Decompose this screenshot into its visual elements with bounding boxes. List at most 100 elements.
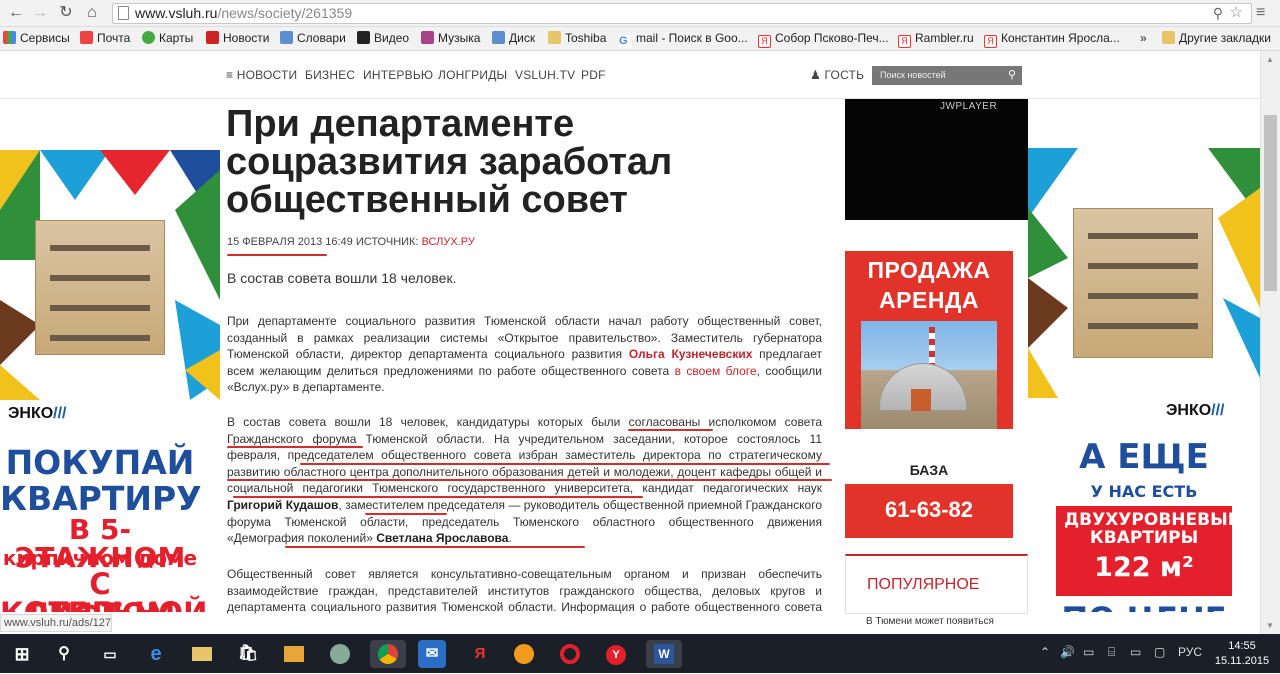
search-icon[interactable]: ⚲ <box>1008 66 1016 85</box>
bookmark-item[interactable]: Словари <box>280 31 346 45</box>
article-title: При департаменте соцразвития заработал о… <box>226 103 673 221</box>
notifications-icon[interactable]: ▢ <box>1154 645 1165 659</box>
ad-text: А ЕЩЕ <box>1079 437 1209 477</box>
bookmark-item[interactable]: Я Собор Псково-Печ... <box>758 31 889 48</box>
home-icon[interactable]: ⌂ <box>82 3 102 23</box>
scroll-up-icon[interactable]: ▲ <box>1266 55 1274 64</box>
opera-icon[interactable] <box>556 640 584 668</box>
sale-rent-ad[interactable]: ПРОДАЖА АРЕНДА БАЗА 61-63-82 <box>845 251 1013 538</box>
guest-login[interactable]: ♟ ГОСТЬ <box>810 68 864 82</box>
bookmark-item[interactable]: Музыка <box>421 31 480 45</box>
ad-logo: ЭНКО/// <box>8 405 67 422</box>
bookmark-item[interactable]: Карты <box>142 31 193 45</box>
address-bar[interactable]: www.vsluh.ru/news/society/261359 ⚲ ☆ <box>112 3 1252 24</box>
windows-start-icon[interactable]: ⊞ <box>8 640 36 668</box>
right-ad-banner[interactable]: ЭНКО/// А ЕЩЕ У НАС ЕСТЬ ДВУХУРОВНЕВЫЕ К… <box>1028 148 1260 612</box>
display-icon[interactable]: ▭ <box>1130 645 1141 659</box>
forward-icon[interactable]: → <box>30 3 50 23</box>
nav-item-news[interactable]: ≡ НОВОСТИ <box>226 68 297 82</box>
yandex-icon: Я <box>758 35 771 48</box>
task-view-icon[interactable]: ▭ <box>96 640 124 668</box>
nav-item-pdf[interactable]: PDF <box>581 68 606 82</box>
bookmark-item[interactable]: Gmail - Поиск в Goo... <box>619 31 748 48</box>
ad-building-image <box>1073 208 1213 358</box>
network-icon[interactable]: ⌸ <box>1108 645 1115 660</box>
apps-icon <box>3 31 16 44</box>
nav-item-longreads[interactable]: ЛОНГРИДЫ <box>438 68 507 82</box>
search-icon[interactable]: ⚲ <box>50 640 78 668</box>
store-icon[interactable]: 🛍 <box>234 640 262 668</box>
scroll-down-icon[interactable]: ▼ <box>1266 621 1274 630</box>
bookmark-item[interactable]: Видео <box>357 31 409 45</box>
source-link[interactable]: ВСЛУХ.РУ <box>422 236 475 248</box>
bookmark-item[interactable]: Я Константин Яросла... <box>984 31 1120 48</box>
tray-chevron-icon[interactable]: ⌃ <box>1040 645 1050 659</box>
site-nav: ≡ НОВОСТИ БИЗНЕС ИНТЕРВЬЮ ЛОНГРИДЫ VSLUH… <box>0 51 1260 99</box>
jwplayer-logo: JWPLAYER <box>940 101 998 112</box>
folder-icon <box>548 31 561 44</box>
taskbar: ⊞ ⚲ ▭ e 🛍 ✉ Я Y W ⌃ 🔊 ▭ ⌸ ▭ ▢ РУС 14:55 1… <box>0 634 1280 673</box>
app-icon[interactable] <box>326 640 354 668</box>
person-link[interactable]: Ольга Кузнечевских <box>629 347 753 361</box>
bookmark-item[interactable]: Сервисы <box>3 31 70 45</box>
battery-icon[interactable]: ▭ <box>1083 645 1094 659</box>
bookmark-item[interactable]: Диск <box>492 31 535 45</box>
clock[interactable]: 14:55 15.11.2015 <box>1204 639 1280 669</box>
article-date: 15 ФЕВРАЛЯ 2013 16:49 <box>227 236 353 248</box>
mail-icon <box>80 31 93 44</box>
article-paragraph: Общественный совет является консультатив… <box>227 567 822 614</box>
folder-icon <box>1162 31 1175 44</box>
edge-icon[interactable]: e <box>142 640 170 668</box>
bookmark-item[interactable]: Почта <box>80 31 130 45</box>
back-icon[interactable]: ← <box>6 3 26 23</box>
scrollbar-thumb[interactable] <box>1264 115 1277 291</box>
url-domain: www.vsluh.ru <box>135 5 218 21</box>
blog-link[interactable]: в своем блоге <box>675 364 757 378</box>
highlight-underline <box>285 546 585 548</box>
popular-item[interactable]: В Тюмени может появиться <box>866 616 994 627</box>
nav-item-interview[interactable]: ИНТЕРВЬЮ <box>363 68 433 82</box>
ad-text: У НАС ЕСТЬ <box>1090 482 1198 501</box>
bookmark-item[interactable]: Другие закладки <box>1162 31 1271 45</box>
bookmark-item[interactable]: Toshiba <box>548 31 606 45</box>
disk-icon <box>492 31 505 44</box>
dictionary-icon <box>280 31 293 44</box>
volume-icon[interactable]: 🔊 <box>1060 645 1075 659</box>
site-search-input[interactable]: Поиск новостей ⚲ <box>872 66 1022 85</box>
url-path: /news/society/261359 <box>217 5 353 21</box>
nav-item-vsluhtv[interactable]: VSLUH.TV <box>515 68 575 82</box>
zoom-icon[interactable]: ⚲ <box>1213 4 1223 23</box>
yandex-icon: Я <box>984 35 997 48</box>
yandex-browser-icon[interactable]: Y <box>602 640 630 668</box>
explorer-icon[interactable] <box>188 640 216 668</box>
ad-text: ЛИФТОМ ЗА <box>0 600 200 613</box>
page-scrollbar[interactable]: ▲ ▼ <box>1260 51 1280 634</box>
media-player-icon[interactable] <box>280 640 308 668</box>
language-indicator[interactable]: РУС <box>1178 645 1202 659</box>
highlight-underline <box>227 479 832 481</box>
nav-item-business[interactable]: БИЗНЕС <box>305 68 355 82</box>
menu-icon[interactable]: ≡ <box>1256 4 1265 22</box>
mail-icon[interactable]: ✉ <box>418 640 446 668</box>
ad-phone: 61-63-82 <box>884 497 974 522</box>
status-bar-url: www.vsluh.ru/ads/127 <box>0 614 112 632</box>
bookmarks-overflow-button[interactable]: » <box>1140 31 1147 45</box>
person-name: Светлана Ярославова <box>376 531 509 546</box>
ad-logo: ЭНКО/// <box>1166 402 1225 419</box>
news-icon <box>206 31 219 44</box>
person-name: Григорий Кудашов <box>227 497 339 512</box>
bookmarks-bar: Сервисы Почта Карты Новости Словари Виде… <box>0 27 1280 51</box>
bookmark-star-icon[interactable]: ☆ <box>1230 3 1243 22</box>
word-icon[interactable]: W <box>646 640 682 668</box>
bookmark-item[interactable]: Я Rambler.ru <box>898 31 974 48</box>
article-meta: 15 ФЕВРАЛЯ 2013 16:49 ИСТОЧНИК: ВСЛУХ.РУ <box>227 236 475 248</box>
yandex-icon[interactable]: Я <box>466 640 494 668</box>
chrome-icon[interactable] <box>370 640 406 668</box>
left-ad-banner[interactable]: ЭНКО/// ПОКУПАЙ КВАРТИРУ В 5-ЭТАЖНОМ кир… <box>0 150 220 612</box>
bookmark-item[interactable]: Новости <box>206 31 269 45</box>
ad-text: КВАРТИРУ <box>0 479 202 518</box>
video-player[interactable]: JWPLAYER <box>845 99 1028 220</box>
reload-icon[interactable]: ↻ <box>56 3 76 23</box>
maps-icon <box>142 31 155 44</box>
app-icon[interactable] <box>510 640 538 668</box>
